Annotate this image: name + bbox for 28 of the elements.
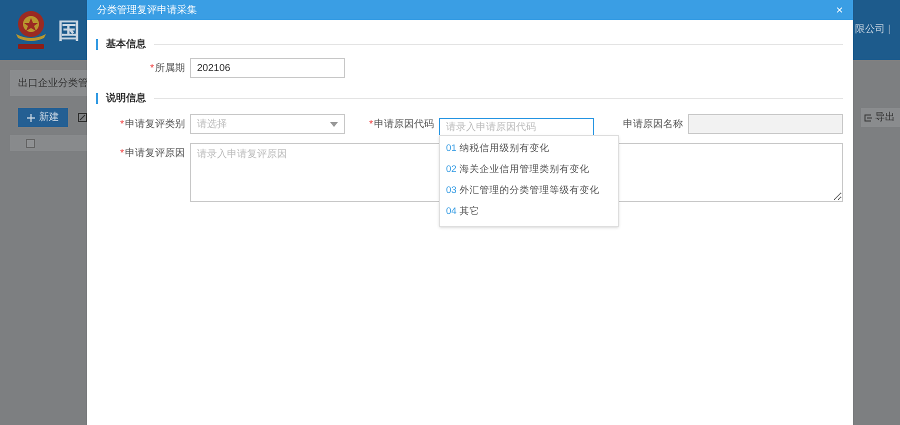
- company-name: 限公司: [855, 23, 885, 37]
- new-button[interactable]: 新建: [18, 108, 68, 127]
- select-all-checkbox[interactable]: [26, 138, 35, 148]
- export-icon: [864, 114, 872, 122]
- field-label: 申请原因代码: [374, 118, 434, 132]
- section-title: 基本信息: [106, 38, 146, 52]
- required-mark: *: [120, 146, 124, 160]
- breadcrumb-text: 出口企业分类管: [18, 76, 88, 90]
- field-label: 申请复评类别: [125, 118, 185, 132]
- dropdown-option[interactable]: 04 其它: [440, 202, 618, 223]
- field-label: 申请原因名称: [623, 118, 683, 132]
- field-label: 所属期: [155, 62, 185, 76]
- edit-icon[interactable]: [78, 113, 87, 122]
- field-label: 申请复评原因: [125, 146, 185, 160]
- required-mark: *: [120, 118, 124, 132]
- required-mark: *: [150, 62, 154, 76]
- header-title: 国: [58, 16, 80, 44]
- section-title: 说明信息: [106, 92, 146, 106]
- period-field[interactable]: 202106: [190, 58, 345, 78]
- plus-icon: [27, 114, 35, 122]
- dialog-title: 分类管理复评申请采集: [97, 4, 197, 18]
- separator: |: [888, 23, 891, 37]
- caret-icon: [330, 122, 338, 126]
- required-mark: *: [369, 118, 373, 132]
- reason-code-field[interactable]: 请录入申请原因代码: [439, 118, 594, 138]
- dropdown-option[interactable]: 03 外汇管理的分类管理等级有变化: [440, 181, 618, 202]
- export-button[interactable]: 导出: [861, 108, 900, 127]
- dropdown-option[interactable]: 02 海关企业信用管理类别有变化: [440, 160, 618, 181]
